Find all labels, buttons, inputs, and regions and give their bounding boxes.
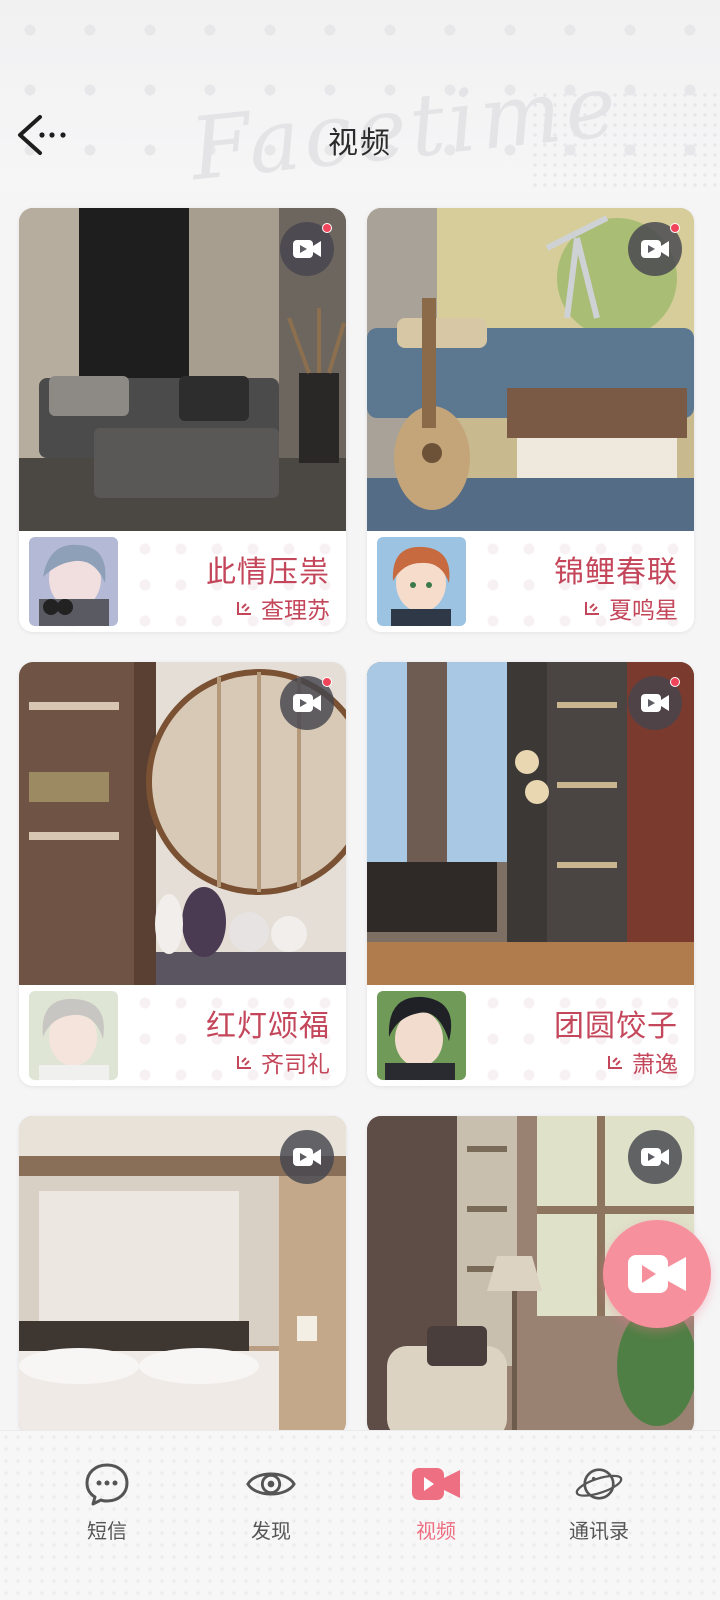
- video-badge: [628, 676, 682, 730]
- video-camera-icon: [641, 1148, 669, 1166]
- nav-icon-wrap: [574, 1461, 624, 1507]
- video-card[interactable]: 团圆饺子 萧逸: [367, 662, 694, 1086]
- corner-mark-icon: [237, 602, 251, 615]
- nav-tab-messages[interactable]: 短信: [52, 1461, 162, 1551]
- page-title: 视频: [328, 126, 392, 161]
- nav-tab-discover[interactable]: 发现: [216, 1461, 326, 1551]
- card-title: 团圆饺子: [554, 1009, 678, 1044]
- video-camera-icon: [641, 240, 669, 258]
- video-camera-icon: [293, 1148, 321, 1166]
- character-name: 夏鸣星: [609, 598, 678, 624]
- video-camera-icon: [412, 1468, 460, 1500]
- card-info: 团圆饺子 萧逸: [367, 985, 694, 1086]
- bottom-navigation: 短信 发现 视频 通讯录: [0, 1430, 720, 1600]
- character-avatar: [29, 991, 118, 1080]
- video-camera-icon: [293, 240, 321, 258]
- top-header: Facetime 视频: [0, 0, 720, 200]
- nav-icon-wrap: [246, 1461, 296, 1507]
- card-character: 夏鸣星: [583, 591, 678, 625]
- nav-label: 短信: [87, 1519, 127, 1543]
- character-name: 查理苏: [261, 598, 330, 624]
- nav-tab-contacts[interactable]: 通讯录: [544, 1461, 654, 1551]
- corner-mark-icon: [608, 1056, 622, 1069]
- planet-contacts-icon: [575, 1468, 623, 1500]
- card-info: 红灯颂福 齐司礼: [19, 985, 346, 1086]
- character-name: 萧逸: [632, 1052, 678, 1078]
- start-video-call-button[interactable]: [603, 1220, 711, 1328]
- nav-label: 发现: [251, 1519, 291, 1543]
- eye-icon: [246, 1472, 296, 1496]
- character-avatar: [377, 537, 466, 626]
- video-card[interactable]: [19, 1116, 346, 1430]
- corner-mark-icon: [237, 1056, 251, 1069]
- new-indicator-dot: [322, 223, 332, 233]
- video-badge: [280, 1130, 334, 1184]
- new-indicator-dot: [670, 223, 680, 233]
- new-indicator-dot: [322, 677, 332, 687]
- card-title: 锦鲤春联: [554, 555, 678, 590]
- video-card[interactable]: 锦鲤春联 夏鸣星: [367, 208, 694, 632]
- character-avatar: [29, 537, 118, 626]
- card-character: 齐司礼: [235, 1045, 330, 1079]
- character-name: 齐司礼: [261, 1052, 330, 1078]
- card-character: 查理苏: [235, 591, 330, 625]
- video-badge: [280, 676, 334, 730]
- video-camera-icon: [293, 694, 321, 712]
- message-bubble-icon: [85, 1463, 129, 1506]
- video-badge: [280, 222, 334, 276]
- character-avatar: [377, 991, 466, 1080]
- nav-icon-wrap: [411, 1461, 461, 1507]
- card-title: 此情压祟: [206, 555, 330, 590]
- nav-icon-wrap: [82, 1461, 132, 1507]
- video-camera-icon: [628, 1255, 686, 1293]
- video-camera-icon: [641, 694, 669, 712]
- video-card[interactable]: 此情压祟 查理苏: [19, 208, 346, 632]
- card-character: 萧逸: [606, 1045, 678, 1079]
- card-title: 红灯颂福: [206, 1009, 330, 1044]
- nav-tab-video[interactable]: 视频: [381, 1461, 491, 1551]
- video-card[interactable]: 红灯颂福 齐司礼: [19, 662, 346, 1086]
- corner-mark-icon: [585, 602, 599, 615]
- video-badge: [628, 1130, 682, 1184]
- card-info: 锦鲤春联 夏鸣星: [367, 531, 694, 632]
- nav-label: 视频: [416, 1519, 456, 1543]
- nav-label: 通讯录: [569, 1519, 629, 1543]
- new-indicator-dot: [670, 677, 680, 687]
- card-info: 此情压祟 查理苏: [19, 531, 346, 632]
- video-badge: [628, 222, 682, 276]
